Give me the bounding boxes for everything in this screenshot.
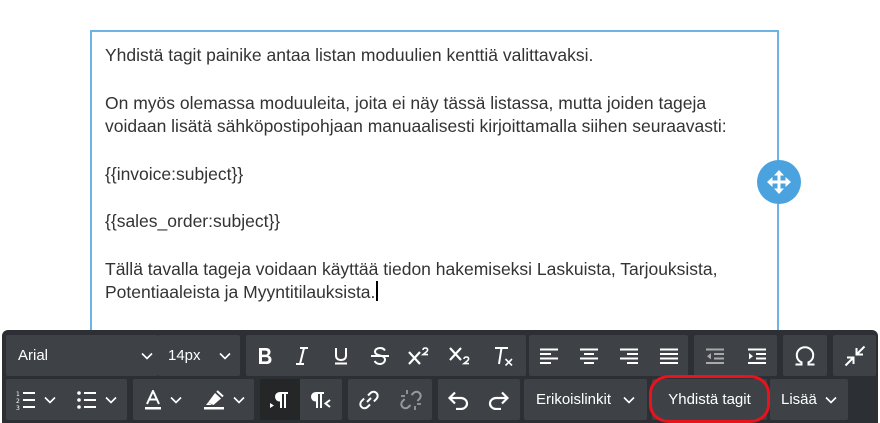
align-right-icon bbox=[620, 348, 638, 364]
redo-button[interactable] bbox=[478, 379, 520, 420]
ordered-list-button[interactable]: 123 bbox=[6, 379, 66, 420]
rtl-icon bbox=[310, 391, 331, 408]
chevron-down-icon bbox=[623, 396, 635, 404]
omega-icon bbox=[795, 345, 815, 365]
highlight-color-icon bbox=[203, 389, 224, 409]
color-group bbox=[133, 379, 254, 420]
font-size-select[interactable]: 14px bbox=[158, 335, 240, 376]
indent-button[interactable] bbox=[736, 335, 777, 376]
paragraph-usage: Tällä tavalla tageja voidaan käyttää tie… bbox=[105, 258, 765, 305]
paragraph-usage-text: Tällä tavalla tageja voidaan käyttää tie… bbox=[105, 258, 718, 303]
strikethrough-icon bbox=[370, 346, 389, 365]
paragraph-intro: Yhdistä tagit painike antaa listan moduu… bbox=[105, 45, 594, 65]
clear-format-icon bbox=[495, 346, 513, 366]
clear-format-button[interactable] bbox=[482, 335, 526, 376]
special-links-label: Erikoislinkit bbox=[536, 391, 612, 408]
chevron-down-icon bbox=[825, 396, 837, 404]
special-characters-button[interactable] bbox=[783, 335, 827, 376]
undo-button[interactable] bbox=[438, 379, 478, 420]
direction-group bbox=[260, 379, 342, 420]
merge-tags-button[interactable]: Yhdistä tagit bbox=[652, 379, 767, 420]
ordered-list-icon: 123 bbox=[16, 391, 35, 410]
editor-content-area[interactable]: Yhdistä tagit painike antaa listan moduu… bbox=[90, 30, 779, 340]
unordered-list-button[interactable] bbox=[66, 379, 127, 420]
link-group bbox=[348, 379, 432, 420]
insert-link-button[interactable] bbox=[348, 379, 390, 420]
italic-icon bbox=[296, 346, 308, 365]
editor-text[interactable]: Yhdistä tagit painike antaa listan moduu… bbox=[105, 44, 765, 305]
svg-text:2: 2 bbox=[16, 398, 20, 405]
more-label: Lisää bbox=[781, 391, 817, 408]
ltr-button[interactable] bbox=[260, 379, 300, 420]
move-handle[interactable] bbox=[757, 160, 801, 204]
move-icon bbox=[767, 170, 791, 194]
superscript-icon bbox=[407, 346, 428, 365]
align-center-icon bbox=[580, 348, 598, 364]
unlink-button[interactable] bbox=[390, 379, 432, 420]
more-dropdown[interactable]: Lisää bbox=[770, 379, 848, 420]
paragraph-invoice-tag: {{invoice:subject}} bbox=[105, 163, 244, 184]
superscript-button[interactable] bbox=[399, 335, 440, 376]
svg-text:3: 3 bbox=[16, 405, 20, 410]
underline-icon bbox=[334, 347, 347, 364]
outdent-icon bbox=[706, 348, 724, 364]
font-family-select[interactable]: Arial bbox=[6, 335, 158, 376]
toolbar-row-2: 123 Erikoislinkit Yhdistä tagit Lisää bbox=[2, 375, 878, 423]
chevron-down-icon bbox=[232, 396, 245, 404]
align-left-button[interactable] bbox=[529, 335, 569, 376]
align-justify-icon bbox=[659, 348, 678, 364]
editor-toolbar: Arial 14px 1 2 3 Erikoislinkit Yhdistä t… bbox=[2, 330, 878, 423]
chevron-down-icon bbox=[170, 396, 182, 404]
align-center-button[interactable] bbox=[569, 335, 609, 376]
bold-button[interactable] bbox=[246, 335, 283, 376]
text-color-button[interactable] bbox=[133, 379, 193, 420]
chevron-down-icon bbox=[104, 396, 117, 404]
link-icon bbox=[359, 390, 379, 409]
list-group: 123 bbox=[6, 379, 127, 420]
paragraph-modules: On myös olemassa moduuleita, joita ei nä… bbox=[105, 92, 727, 137]
underline-button[interactable] bbox=[321, 335, 360, 376]
bold-icon bbox=[258, 347, 271, 364]
rtl-button[interactable] bbox=[300, 379, 342, 420]
history-group bbox=[438, 379, 520, 420]
unordered-list-icon bbox=[76, 390, 96, 409]
alignment-group bbox=[529, 335, 688, 376]
font-family-value: Arial bbox=[18, 347, 49, 364]
italic-button[interactable] bbox=[283, 335, 321, 376]
outdent-button[interactable] bbox=[694, 335, 736, 376]
paragraph-sales-order-tag: {{sales_order:subject}} bbox=[105, 211, 281, 231]
toolbar-row-1: Arial 14px bbox=[2, 335, 878, 380]
align-right-button[interactable] bbox=[609, 335, 649, 376]
text-caret bbox=[376, 281, 378, 301]
indent-group bbox=[694, 335, 777, 376]
font-size-value: 14px bbox=[168, 347, 201, 364]
align-left-icon bbox=[540, 348, 558, 364]
subscript-icon bbox=[449, 346, 470, 364]
highlight-color-button[interactable] bbox=[193, 379, 254, 420]
chevron-down-icon bbox=[44, 396, 56, 404]
subscript-button[interactable] bbox=[440, 335, 482, 376]
align-justify-button[interactable] bbox=[649, 335, 688, 376]
chevron-down-icon bbox=[219, 352, 231, 360]
strikethrough-button[interactable] bbox=[360, 335, 399, 376]
undo-icon bbox=[447, 391, 469, 410]
collapse-icon bbox=[844, 345, 865, 366]
merge-tags-label: Yhdistä tagit bbox=[668, 391, 751, 408]
indent-icon bbox=[747, 348, 766, 364]
special-links-dropdown[interactable]: Erikoislinkit bbox=[524, 379, 647, 420]
format-group bbox=[246, 335, 526, 376]
text-color-icon bbox=[145, 389, 161, 409]
svg-text:1: 1 bbox=[16, 391, 20, 398]
chevron-down-icon bbox=[141, 352, 153, 360]
redo-icon bbox=[488, 391, 510, 410]
collapse-toolbar-button[interactable] bbox=[833, 335, 876, 376]
ltr-icon bbox=[270, 391, 288, 408]
unlink-icon bbox=[400, 389, 422, 410]
